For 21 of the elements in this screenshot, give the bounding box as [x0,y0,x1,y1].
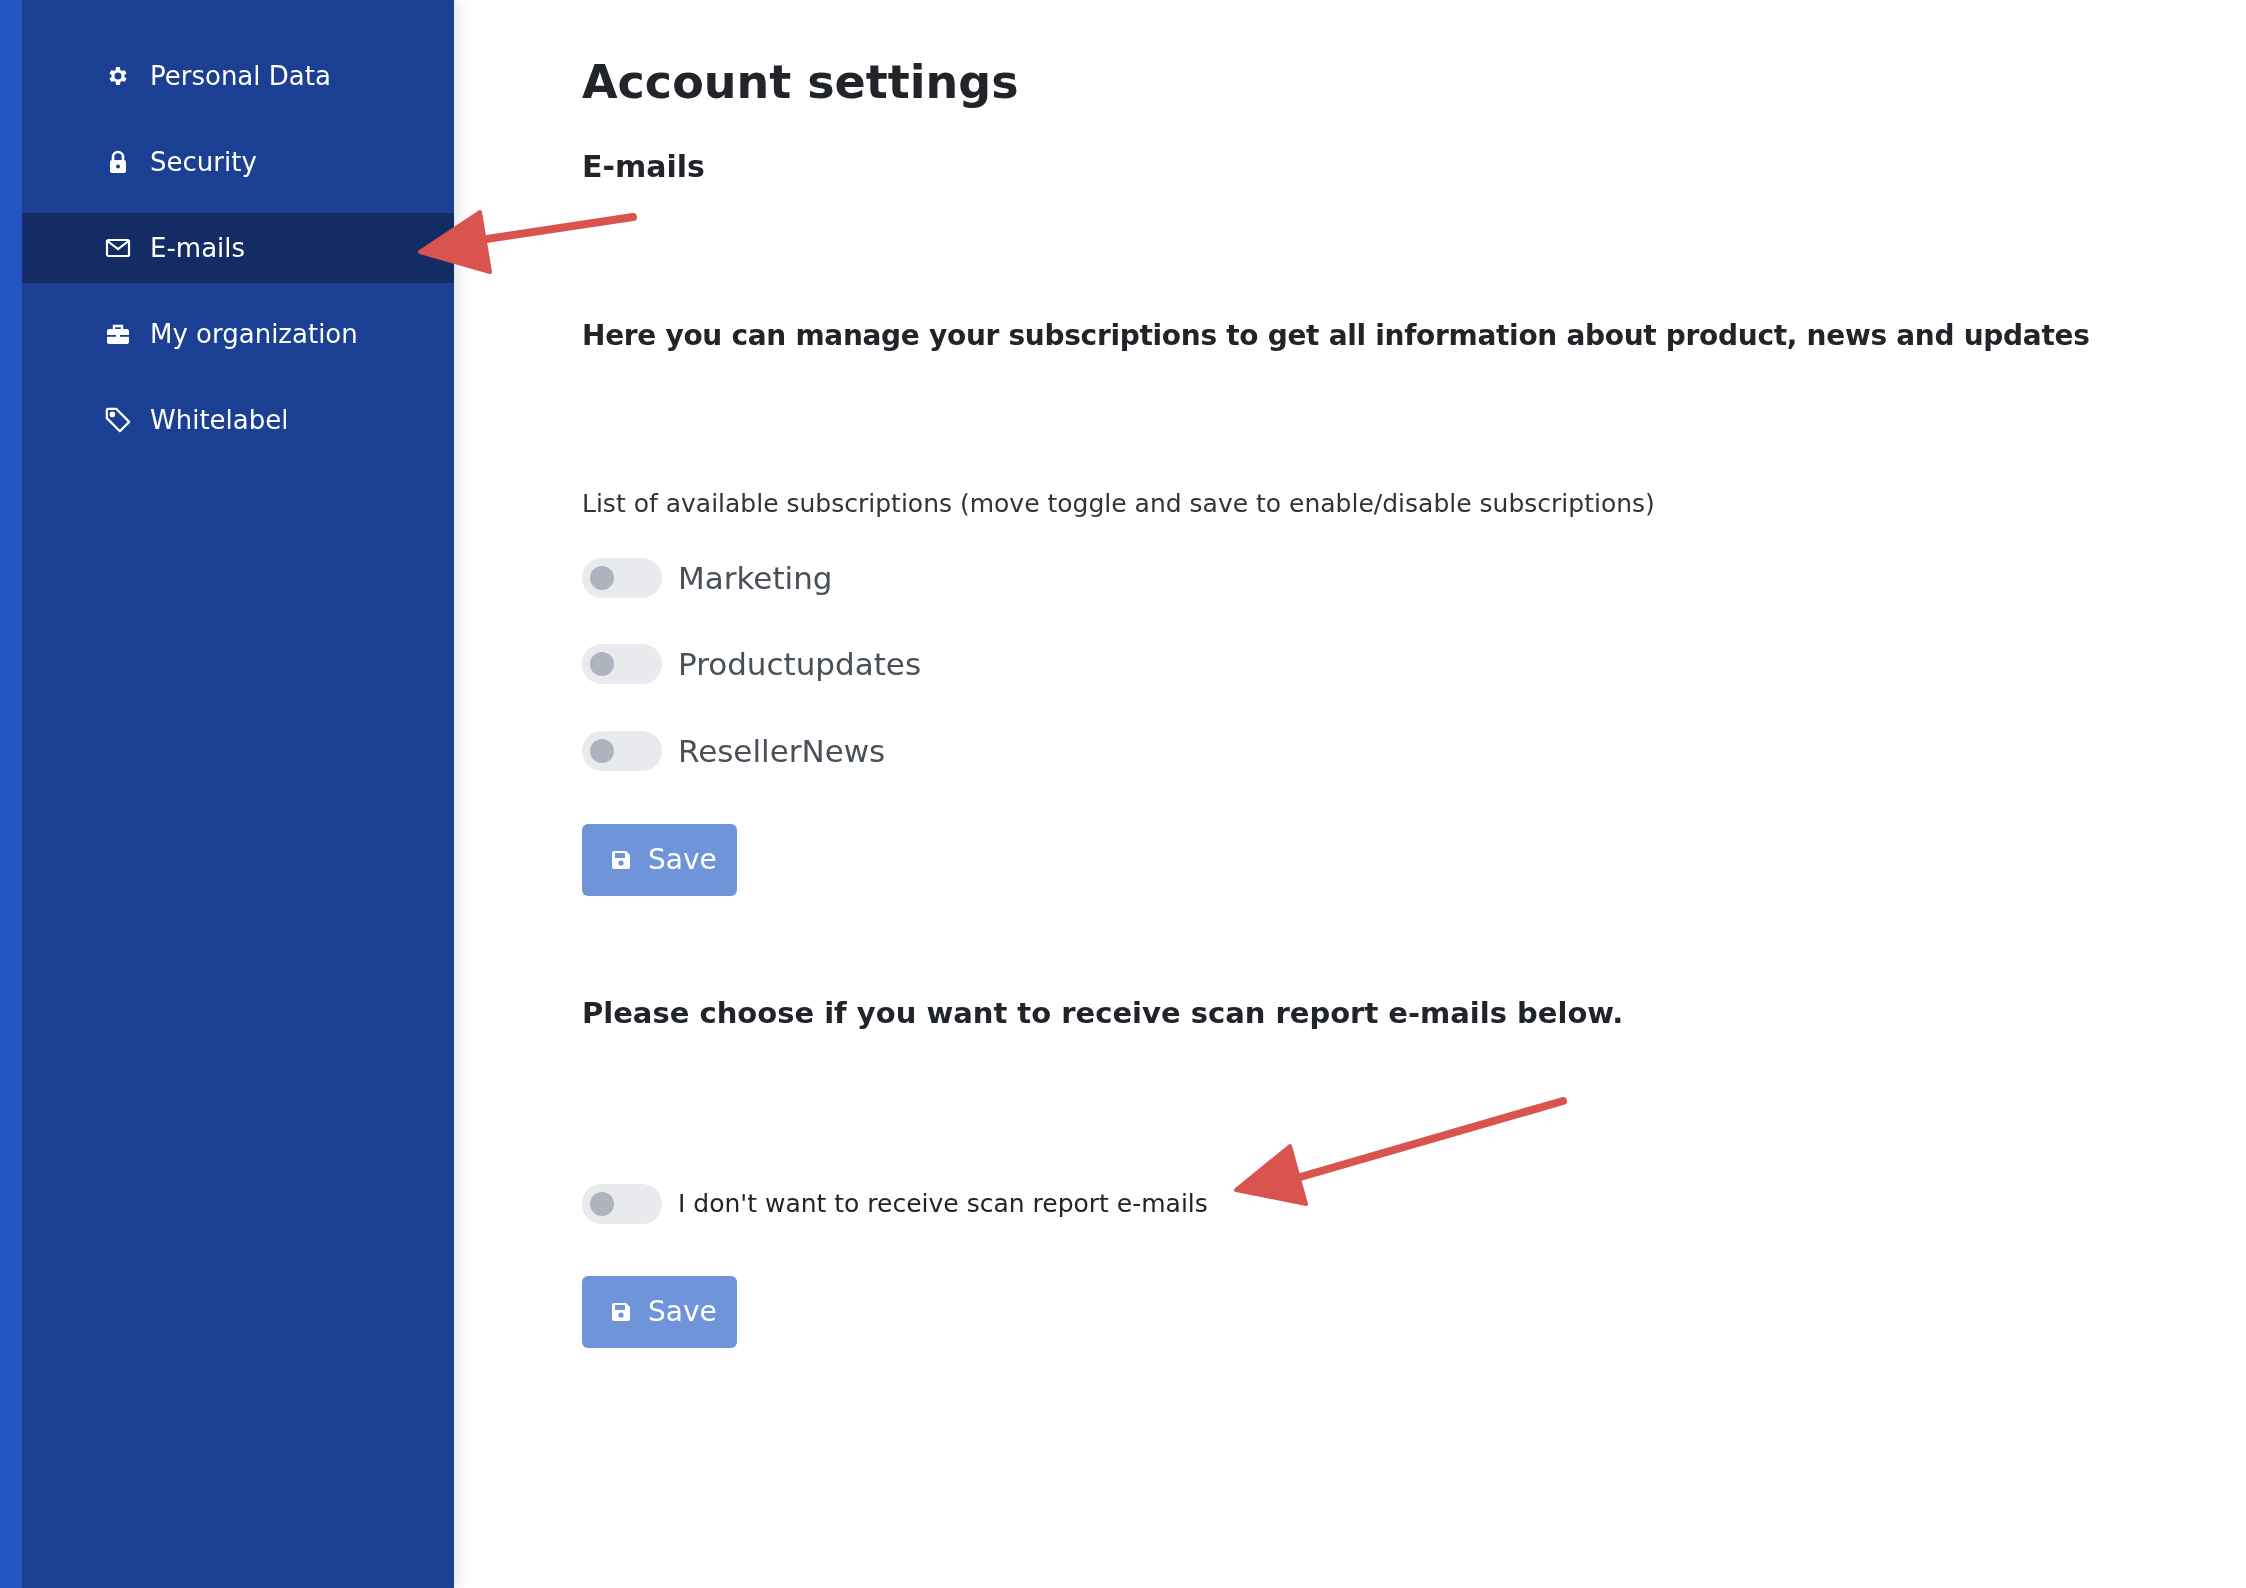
sidebar-item[interactable]: Personal Data [22,41,454,111]
tag-icon [104,405,132,435]
toggle-switch[interactable] [582,730,662,771]
toggle-label: ResellerNews [678,731,886,771]
envelope-icon [105,237,131,259]
sidebar-item[interactable]: Whitelabel [22,385,454,455]
briefcase-icon [105,322,131,346]
toggle-switch[interactable] [582,1183,662,1224]
toggle-switch[interactable] [582,557,662,598]
toggle-label: Marketing [678,558,833,598]
section-heading: Please choose if you want to receive scan report e-mails below. [582,995,1624,1032]
hint-text: List of available subscriptions (move toggle and save to enable/disable subscriptions) [582,488,1655,520]
toggle-label: I don't want to receive scan report e-mails [678,1187,1208,1220]
toggle-label: Productupdates [678,645,922,684]
toggle-switch[interactable] [582,644,662,685]
section-title: E-mails [582,148,705,186]
page-title: Account settings [582,54,1019,111]
sidebar-item[interactable]: E-mails [22,213,454,283]
sidebar-item[interactable]: Security [22,127,454,197]
section-heading: Here you can manage your subscriptions to get all information about product, news and updates [582,318,2090,354]
sidebar-item[interactable]: My organization [22,299,454,369]
